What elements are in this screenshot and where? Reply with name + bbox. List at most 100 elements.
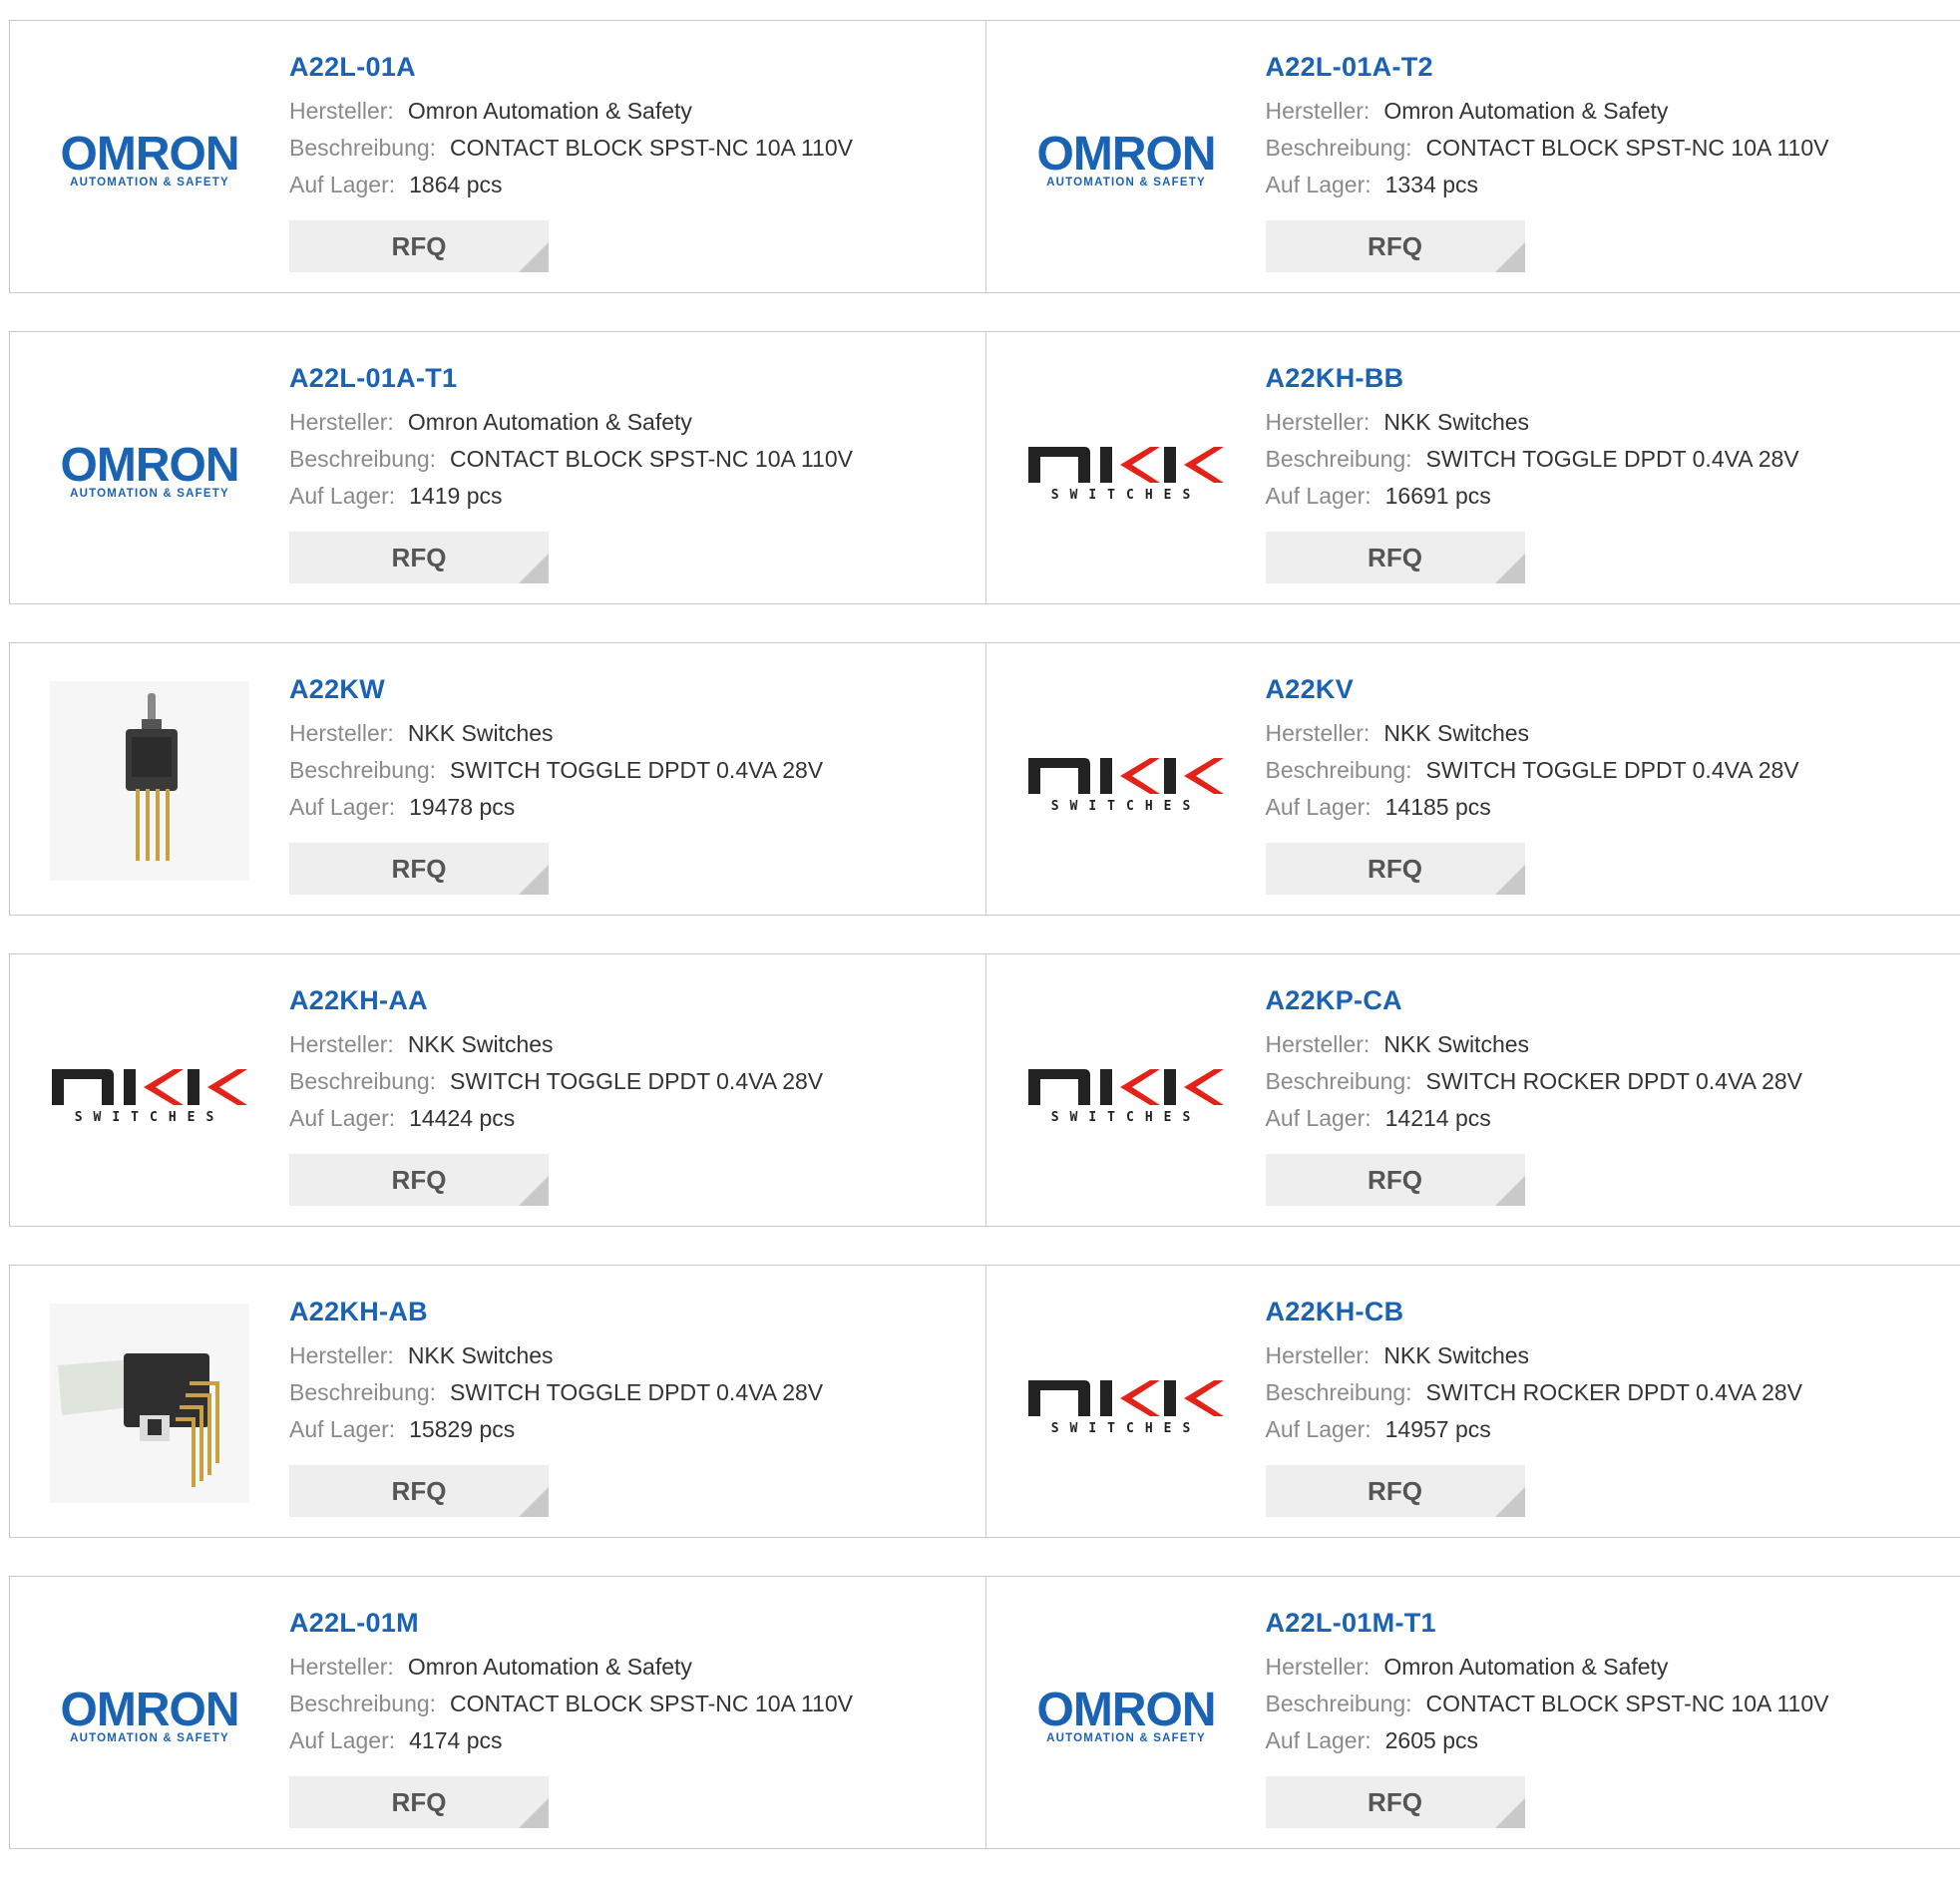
description-value: SWITCH TOGGLE DPDT 0.4VA 28V [1426,757,1799,783]
description-label: Beschreibung: [289,1379,436,1405]
manufacturer-label: Hersteller: [1266,1031,1371,1057]
manufacturer-line: Hersteller:NKK Switches [289,1026,976,1063]
nkk-logo-bar-1 [124,1069,136,1105]
nkk-logo-tagline: SWITCHES [1050,1110,1201,1123]
product-card: OMRONAUTOMATION & SAFETY A22L-01A-T2 Herst… [985,21,1960,292]
product-image[interactable]: OMRONAUTOMATION & SAFETY [50,59,249,258]
rfq-button[interactable]: RFQ [289,1776,549,1828]
description-value: CONTACT BLOCK SPST-NC 10A 110V [450,446,853,472]
nkk-logo-k-1 [1120,447,1160,483]
rfq-button[interactable]: RFQ [289,220,549,272]
product-card: A22KWHersteller:NKK SwitchesBeschreibung… [10,643,985,915]
product-info: A22KH-AAHersteller:NKK SwitchesBeschreib… [289,984,976,1137]
manufacturer-label: Hersteller: [289,1031,394,1057]
part-number-link[interactable]: A22KH-AA [289,984,976,1016]
stock-line: Auf Lager:4174 pcs [289,1722,976,1759]
rfq-button-label: RFQ [392,231,447,262]
product-row: OMRONAUTOMATION & SAFETY A22L-01A-T1 Herst… [9,331,1960,604]
part-number-link[interactable]: A22L-01M-T1 [1266,1607,1951,1639]
rfq-button[interactable]: RFQ [289,1465,549,1517]
product-image[interactable] [50,681,249,881]
manufacturer-line: Hersteller:Omron Automation & Safety [1266,1649,1951,1686]
rfq-button[interactable]: RFQ [289,1154,549,1206]
nkk-logo-k-2 [1184,447,1224,483]
stock-value: 14185 pcs [1385,794,1491,820]
rfq-button[interactable]: RFQ [1266,1154,1525,1206]
product-image[interactable]: OMRONAUTOMATION & SAFETY [1026,1615,1226,1814]
stock-line: Auf Lager:1864 pcs [289,167,976,203]
rfq-button[interactable]: RFQ [1266,1776,1525,1828]
manufacturer-label: Hersteller: [289,98,394,124]
description-line: Beschreibung:SWITCH TOGGLE DPDT 0.4VA 28… [1266,441,1951,478]
part-number-link[interactable]: A22KH-AB [289,1296,976,1327]
stock-label: Auf Lager: [1266,1727,1372,1753]
nkk-logo-bar-2 [1164,1069,1176,1105]
stock-label: Auf Lager: [289,794,395,820]
part-number-link[interactable]: A22KP-CA [1266,984,1951,1016]
product-image[interactable]: SWITCHES [1026,370,1226,569]
nkk-logo-k-1 [1120,758,1160,794]
product-row: A22KWHersteller:NKK SwitchesBeschreibung… [9,642,1960,916]
rfq-button-label: RFQ [1368,1787,1422,1818]
nkk-logo-bar-2 [1164,447,1176,483]
rfq-button[interactable]: RFQ [1266,220,1525,272]
omron-logo: OMRONAUTOMATION & SAFETY [1026,128,1226,189]
part-number-link[interactable]: A22L-01M [289,1607,976,1639]
nkk-logo: SWITCHES [1026,1372,1226,1434]
nkk-logo-bar-2 [188,1069,199,1105]
stock-value: 1419 pcs [409,483,502,509]
rfq-button-label: RFQ [392,543,447,573]
stock-label: Auf Lager: [1266,1416,1372,1442]
part-number-link[interactable]: A22KH-CB [1266,1296,1951,1327]
part-number-link[interactable]: A22KH-BB [1266,362,1951,394]
stock-line: Auf Lager:2605 pcs [1266,1722,1951,1759]
product-image[interactable]: OMRONAUTOMATION & SAFETY [50,1615,249,1814]
product-image[interactable]: OMRONAUTOMATION & SAFETY [1026,59,1226,258]
omron-logo: OMRONAUTOMATION & SAFETY [1026,1684,1226,1745]
stock-value: 1864 pcs [409,172,502,197]
nkk-logo: SWITCHES [1026,750,1226,812]
product-image[interactable] [50,1304,249,1503]
part-number-link[interactable]: A22L-01A-T1 [289,362,976,394]
product-image[interactable]: OMRONAUTOMATION & SAFETY [50,370,249,569]
product-image[interactable]: SWITCHES [1026,681,1226,881]
manufacturer-line: Hersteller:NKK Switches [1266,1337,1951,1374]
part-number-link[interactable]: A22L-01A-T2 [1266,51,1951,83]
nkk-logo-n [1028,758,1090,794]
rfq-button[interactable]: RFQ [289,843,549,895]
product-image[interactable]: SWITCHES [50,992,249,1192]
omron-logo-wordmark: OMRON [1036,1684,1215,1736]
product-image[interactable]: SWITCHES [1026,1304,1226,1503]
omron-logo-tagline: AUTOMATION & SAFETY [70,177,229,189]
product-image[interactable]: SWITCHES [1026,992,1226,1192]
manufacturer-label: Hersteller: [289,409,394,435]
rfq-button[interactable]: RFQ [1266,532,1525,583]
stock-label: Auf Lager: [289,1416,395,1442]
nkk-logo-k-2 [207,1069,247,1105]
manufacturer-label: Hersteller: [1266,98,1371,124]
nkk-logo-k-1 [1120,1069,1160,1105]
nkk-logo-bar-1 [1100,1069,1112,1105]
stock-line: Auf Lager:14214 pcs [1266,1100,1951,1137]
rfq-button[interactable]: RFQ [289,532,549,583]
nkk-logo-k-2 [1184,1069,1224,1105]
nkk-logo-k-2 [1184,758,1224,794]
part-number-link[interactable]: A22KV [1266,673,1951,705]
manufacturer-value: NKK Switches [1383,409,1529,435]
nkk-logo-k-1 [144,1069,184,1105]
rfq-button-label: RFQ [1368,854,1422,885]
corner-fold-icon [1495,554,1525,583]
description-label: Beschreibung: [1266,1691,1412,1716]
description-line: Beschreibung:SWITCH ROCKER DPDT 0.4VA 28… [1266,1374,1951,1411]
manufacturer-value: NKK Switches [1383,720,1529,746]
rfq-button[interactable]: RFQ [1266,1465,1525,1517]
part-number-link[interactable]: A22KW [289,673,976,705]
manufacturer-value: Omron Automation & Safety [408,409,692,435]
rfq-button[interactable]: RFQ [1266,843,1525,895]
nkk-logo-bar-2 [1164,1380,1176,1416]
stock-line: Auf Lager:16691 pcs [1266,478,1951,515]
manufacturer-line: Hersteller:NKK Switches [289,1337,976,1374]
part-number-link[interactable]: A22L-01A [289,51,976,83]
description-value: SWITCH TOGGLE DPDT 0.4VA 28V [450,757,823,783]
manufacturer-label: Hersteller: [289,720,394,746]
